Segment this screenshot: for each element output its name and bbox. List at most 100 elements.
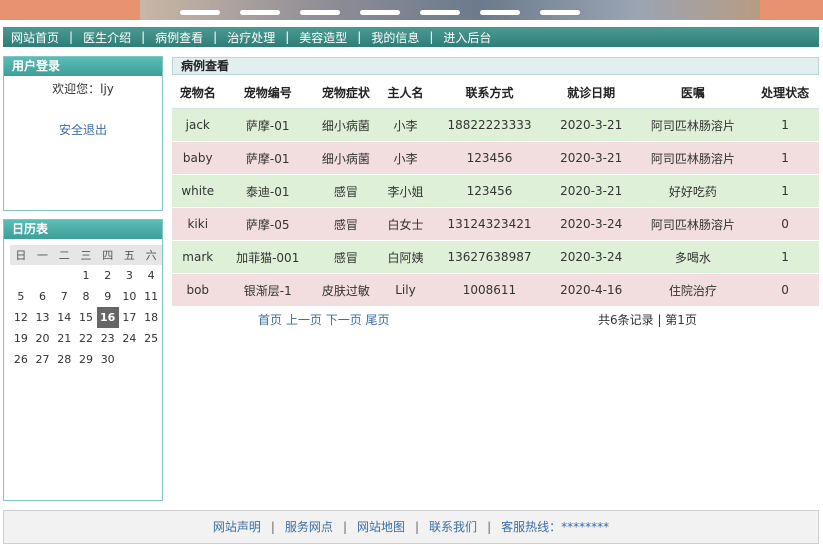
first-page-link[interactable]: 首页 — [258, 313, 282, 327]
column-header: 宠物编号 — [223, 76, 312, 109]
nav-grooming[interactable]: 美容造型 — [299, 29, 347, 46]
calendar-day[interactable]: 26 — [10, 349, 32, 370]
nav-separator: | — [429, 30, 434, 44]
pagination: 首页 上一页 下一页 尾页 — [258, 311, 390, 328]
status-cell: 1 — [751, 108, 819, 142]
date-cell: 2020-3-24 — [547, 207, 635, 241]
column-header: 就诊日期 — [547, 76, 635, 109]
calendar-day[interactable]: 29 — [75, 349, 97, 370]
nav-doctors[interactable]: 医生介绍 — [83, 29, 131, 46]
calendar-day[interactable]: 14 — [53, 307, 75, 328]
calendar-panel: 日历表 日 一 二 三 四 五 六 1 2 3 4 5 6 7 8 9 10 1… — [3, 219, 163, 501]
calendar-day[interactable]: 6 — [32, 286, 54, 307]
banner-decoration — [420, 10, 460, 15]
records-table: 宠物名 宠物编号 宠物症状 主人名 联系方式 就诊日期 医嘱 处理状态 jack… — [172, 76, 819, 307]
calendar-day[interactable]: 10 — [119, 286, 141, 307]
contact-cell: 1008611 — [431, 273, 548, 307]
symptom-cell: 细小病菌 — [311, 141, 380, 175]
nav-admin[interactable]: 进入后台 — [443, 29, 491, 46]
calendar-day[interactable]: 4 — [140, 265, 162, 286]
calendar-day[interactable]: 20 — [32, 328, 54, 349]
calendar-day[interactable]: 5 — [10, 286, 32, 307]
login-panel-title: 用户登录 — [4, 57, 162, 76]
date-cell: 2020-3-21 — [547, 174, 635, 208]
symptom-cell: 感冒 — [311, 174, 380, 208]
nav-home[interactable]: 网站首页 — [11, 29, 59, 46]
column-header: 主人名 — [379, 76, 432, 109]
calendar-day[interactable]: 17 — [119, 307, 141, 328]
calendar-day[interactable]: 15 — [75, 307, 97, 328]
calendar-day[interactable]: 11 — [140, 286, 162, 307]
owner-cell: 小李 — [379, 108, 432, 142]
calendar-day[interactable]: 8 — [75, 286, 97, 307]
calendar-day[interactable]: 1 — [75, 265, 97, 286]
pet-name-cell: mark — [172, 240, 224, 274]
pet-name-cell: white — [172, 174, 224, 208]
table-row: mark 加菲猫-001 感冒 白阿姨 13627638987 2020-3-2… — [172, 240, 819, 274]
calendar-day — [10, 265, 32, 286]
nav-separator: | — [285, 30, 290, 44]
footer-hotline: 客服热线：******** — [501, 520, 610, 534]
calendar-day[interactable]: 23 — [97, 328, 119, 349]
nav-records[interactable]: 病例查看 — [155, 29, 203, 46]
pet-name-cell: jack — [172, 108, 224, 142]
column-header: 宠物症状 — [311, 76, 380, 109]
calendar-today[interactable]: 16 — [96, 307, 119, 328]
status-cell: 0 — [751, 273, 819, 307]
login-panel: 用户登录 欢迎您：ljy 安全退出 — [3, 56, 163, 211]
logout-link[interactable]: 安全退出 — [4, 121, 162, 138]
footer-separator: | — [342, 520, 347, 534]
nav-separator: | — [357, 30, 362, 44]
status-cell: 1 — [751, 240, 819, 274]
calendar-day[interactable]: 7 — [53, 286, 75, 307]
calendar-day[interactable]: 2 — [97, 265, 119, 286]
footer-link-service-points[interactable]: 服务网点 — [285, 520, 333, 534]
banner-decoration — [480, 10, 520, 15]
calendar-day[interactable]: 30 — [97, 349, 119, 370]
calendar-grid: 日 一 二 三 四 五 六 1 2 3 4 5 6 7 8 9 10 11 12… — [10, 245, 162, 370]
table-row: baby 萨摩-01 细小病菌 小李 123456 2020-3-21 阿司匹林… — [172, 141, 819, 175]
owner-cell: 白女士 — [379, 207, 432, 241]
weekday-header: 二 — [53, 245, 76, 265]
calendar-day[interactable]: 12 — [10, 307, 32, 328]
calendar-day[interactable]: 3 — [119, 265, 141, 286]
banner-decoration — [300, 10, 340, 15]
pet-id-cell: 加菲猫-001 — [223, 240, 312, 274]
footer-separator: | — [415, 520, 420, 534]
last-page-link[interactable]: 尾页 — [366, 313, 390, 327]
next-page-link[interactable]: 下一页 — [326, 313, 362, 327]
calendar-title: 日历表 — [4, 220, 162, 239]
calendar-day[interactable]: 25 — [140, 328, 162, 349]
calendar-day[interactable]: 9 — [97, 286, 119, 307]
owner-cell: Lily — [379, 273, 432, 307]
footer-link-sitemap[interactable]: 网站地图 — [357, 520, 405, 534]
nav-separator: | — [69, 30, 74, 44]
calendar-day[interactable]: 28 — [53, 349, 75, 370]
pet-name-cell: bob — [172, 273, 224, 307]
calendar-day[interactable]: 24 — [119, 328, 141, 349]
banner-decoration — [540, 10, 580, 15]
symptom-cell: 感冒 — [311, 240, 380, 274]
calendar-day[interactable]: 13 — [32, 307, 54, 328]
owner-cell: 白阿姨 — [379, 240, 432, 274]
date-cell: 2020-3-21 — [547, 141, 635, 175]
pet-name-cell: baby — [172, 141, 224, 175]
footer-link-statement[interactable]: 网站声明 — [213, 520, 261, 534]
advice-cell: 阿司匹林肠溶片 — [634, 207, 752, 241]
status-cell: 0 — [751, 207, 819, 241]
advice-cell: 阿司匹林肠溶片 — [634, 108, 752, 142]
record-count: 共6条记录 | 第1页 — [598, 313, 697, 327]
calendar-day[interactable]: 18 — [140, 307, 162, 328]
nav-my-info[interactable]: 我的信息 — [371, 29, 419, 46]
calendar-day[interactable]: 19 — [10, 328, 32, 349]
prev-page-link[interactable]: 上一页 — [286, 313, 322, 327]
footer-separator: | — [487, 520, 492, 534]
pet-id-cell: 泰迪-01 — [223, 174, 312, 208]
footer-link-contact[interactable]: 联系我们 — [429, 520, 477, 534]
calendar-day[interactable]: 22 — [75, 328, 97, 349]
symptom-cell: 皮肤过敏 — [311, 273, 380, 307]
calendar-day[interactable]: 21 — [53, 328, 75, 349]
calendar-day — [140, 349, 162, 370]
nav-treatment[interactable]: 治疗处理 — [227, 29, 275, 46]
calendar-day[interactable]: 27 — [32, 349, 54, 370]
